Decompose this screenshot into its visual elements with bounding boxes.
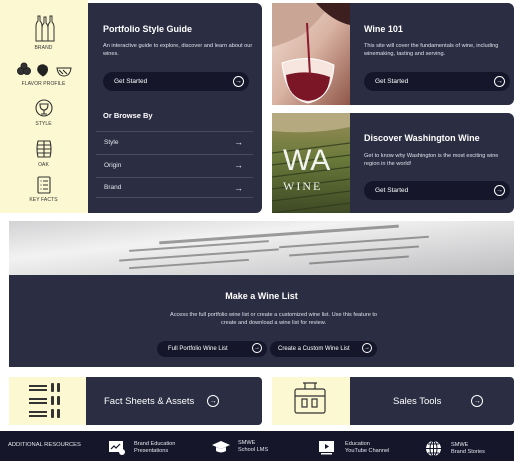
sidebar-item-style[interactable]: STYLE xyxy=(0,98,87,127)
fact-sheets-label: Fact Sheets & Assets xyxy=(104,395,195,407)
wine-101-get-started-button[interactable]: Get Started → xyxy=(364,72,510,91)
arrow-right-icon: → xyxy=(234,160,243,170)
footer-item-line2: YouTube Channel xyxy=(345,447,390,454)
document-list-icon xyxy=(36,176,51,194)
barrel-icon xyxy=(35,140,52,158)
sidebar-item-label: OAK xyxy=(38,162,49,168)
smwe-school-lms-link[interactable]: SMWE School LMS xyxy=(211,440,268,454)
wine-bottles-icon xyxy=(35,15,54,42)
browse-item-style[interactable]: Style → xyxy=(96,131,253,152)
arrow-right-icon: → xyxy=(233,75,244,87)
smwe-brand-stories-link[interactable]: SMWE Brand Stories xyxy=(425,440,485,457)
toolbox-icon xyxy=(294,382,326,414)
browse-title: Or Browse By xyxy=(103,111,153,120)
bottles-shelf-icon xyxy=(29,383,60,418)
wa-logo-text: WA xyxy=(283,144,330,177)
brand-education-presentations-link[interactable]: Brand Education Presentations xyxy=(108,440,175,456)
button-label: Full Portfolio Wine List xyxy=(168,346,228,352)
sidebar-item-label: KEY FACTS xyxy=(29,197,58,203)
wine-101-title: Wine 101 xyxy=(364,24,403,34)
wine-glass-icon xyxy=(34,99,53,117)
sidebar-item-flavor-profile[interactable]: FLAVOR PROFILE xyxy=(0,62,87,87)
arrow-right-icon: → xyxy=(252,343,262,353)
sales-tools-label: Sales Tools xyxy=(393,395,442,407)
sidebar-item-label: FLAVOR PROFILE xyxy=(21,81,66,87)
education-youtube-channel-link[interactable]: Education YouTube Channel xyxy=(318,440,389,455)
sales-tools-card[interactable]: Sales Tools → xyxy=(350,377,514,425)
wine-list-paper-photo xyxy=(9,221,514,275)
footer-item-line1: Brand Education xyxy=(134,441,176,447)
sidebar-item-label: BRAND xyxy=(34,45,53,51)
washington-description: Get to know why Washington is the most e… xyxy=(364,153,499,167)
full-portfolio-wine-list-button[interactable]: Full Portfolio Wine List → xyxy=(157,341,267,357)
wine-list-title: Make a Wine List xyxy=(225,291,298,301)
create-custom-wine-list-button[interactable]: Create a Custom Wine List → xyxy=(270,341,377,357)
arrow-right-icon: → xyxy=(207,395,220,407)
portfolio-description: An interactive guide to explore, discove… xyxy=(103,43,253,57)
button-label: Get Started xyxy=(114,78,148,85)
vineyard-photo: WA WINE xyxy=(272,113,350,213)
browse-item-brand[interactable]: Brand → xyxy=(96,177,253,198)
arrow-right-icon: → xyxy=(494,184,505,196)
washington-get-started-button[interactable]: Get Started → xyxy=(364,181,510,200)
wine-logo-text: WINE xyxy=(283,179,322,193)
footer-item-line1: SMWE xyxy=(238,440,256,446)
sidebar-item-oak[interactable]: OAK xyxy=(0,139,87,168)
wine-list-description: Access the full portfolio wine list or c… xyxy=(169,312,378,326)
arrow-right-icon: → xyxy=(234,182,243,193)
button-label: Get Started xyxy=(375,78,409,85)
arrow-right-icon: → xyxy=(471,395,484,407)
arrow-right-icon: → xyxy=(362,343,372,353)
arrow-right-icon: → xyxy=(234,137,243,147)
presentation-icon xyxy=(109,441,125,455)
fruit-icon xyxy=(16,62,72,77)
video-play-icon xyxy=(319,441,334,455)
browse-item-label: Brand xyxy=(104,184,122,191)
browse-item-label: Origin xyxy=(104,161,122,169)
sidebar-item-key-facts[interactable]: KEY FACTS xyxy=(0,176,87,203)
fact-sheets-thumb xyxy=(9,377,86,425)
washington-title: Discover Washington Wine xyxy=(364,133,480,143)
additional-resources-title: ADDITIONAL RESOURCES xyxy=(8,442,81,448)
footer-item-line1: Education xyxy=(345,440,370,447)
browse-item-origin[interactable]: Origin → xyxy=(96,154,253,175)
fact-sheets-card[interactable]: Fact Sheets & Assets → xyxy=(86,377,262,425)
portfolio-get-started-button[interactable]: Get Started → xyxy=(103,72,249,91)
browse-item-label: Style xyxy=(104,138,119,146)
footer-item-line2: School LMS xyxy=(238,447,269,453)
sidebar-item-label: STYLE xyxy=(35,121,52,127)
portfolio-title: Portfolio Style Guide xyxy=(103,24,193,34)
graduation-cap-icon xyxy=(212,441,230,453)
sales-tools-thumb xyxy=(272,377,350,425)
footer-item-line2: Presentations xyxy=(134,448,169,454)
footer-item-line1: SMWE xyxy=(451,441,469,448)
button-label: Create a Custom Wine List xyxy=(278,346,350,352)
sidebar-item-brand[interactable]: BRAND xyxy=(0,14,87,51)
wine-pour-photo xyxy=(272,3,350,105)
globe-icon xyxy=(426,440,441,457)
footer-item-line2: Brand Stories xyxy=(451,448,485,455)
wine-101-description: This site will cover the fundamentals of… xyxy=(364,43,499,57)
arrow-right-icon: → xyxy=(494,75,505,87)
button-label: Get Started xyxy=(375,187,409,194)
